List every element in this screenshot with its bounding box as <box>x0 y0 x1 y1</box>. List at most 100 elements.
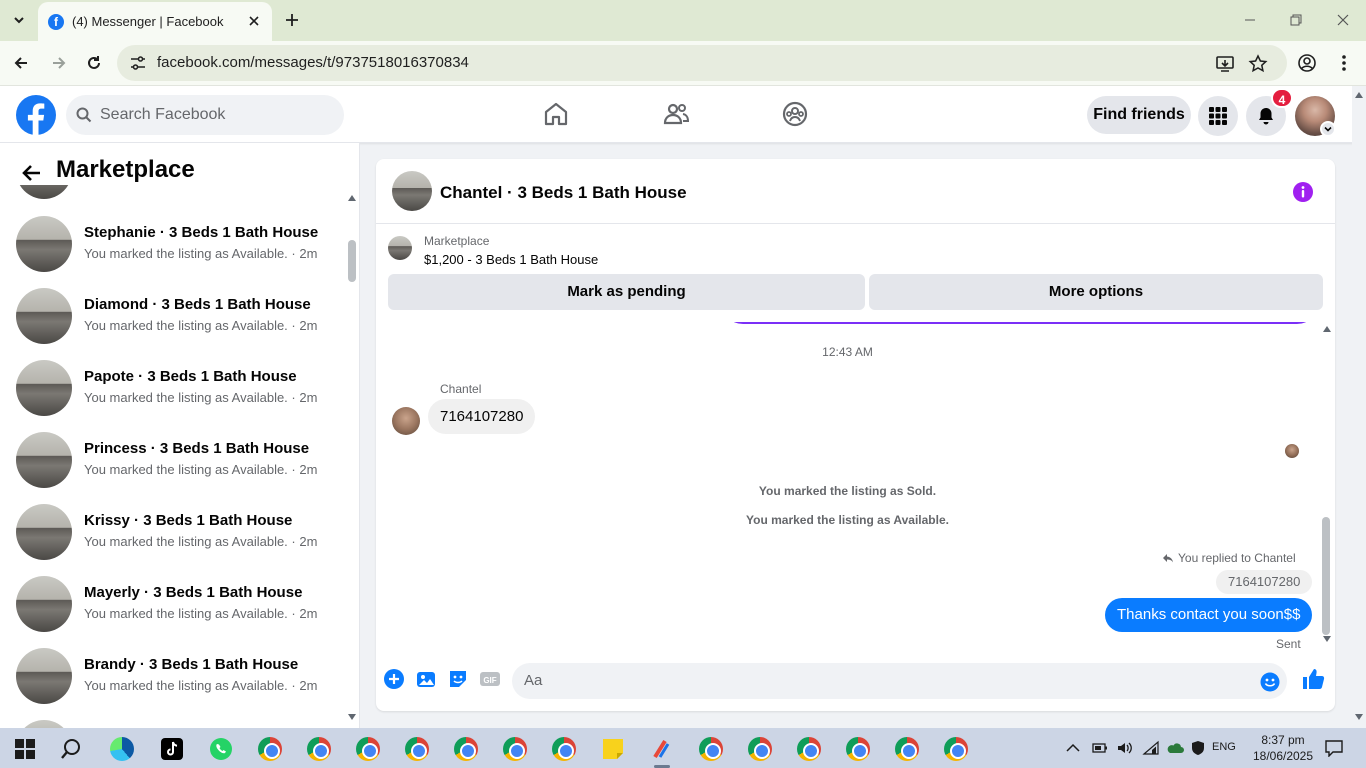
outgoing-message[interactable]: Thanks contact you soon$$ <box>1105 598 1313 632</box>
facebook-search-input[interactable]: Search Facebook <box>66 95 344 135</box>
search-taskbar-button[interactable] <box>58 736 84 762</box>
new-tab-icon[interactable] <box>282 10 302 30</box>
list-item[interactable] <box>0 143 345 200</box>
clock[interactable]: 8:37 pm 18/06/2025 <box>1252 732 1314 764</box>
scroll-down-icon[interactable] <box>1323 636 1331 642</box>
back-button[interactable] <box>10 52 32 74</box>
info-icon[interactable] <box>1292 181 1314 203</box>
incoming-message[interactable]: 7164107280 <box>428 399 536 434</box>
forward-button[interactable] <box>48 52 70 74</box>
chrome-taskbar-icon[interactable] <box>257 736 283 762</box>
tab-search-button[interactable] <box>6 8 32 32</box>
chrome-taskbar-icon[interactable] <box>894 736 920 762</box>
scroll-up-icon[interactable] <box>1355 92 1363 98</box>
app-taskbar-icon[interactable] <box>649 736 675 762</box>
chrome-icon <box>846 737 870 761</box>
sender-avatar[interactable] <box>392 407 420 435</box>
chrome-taskbar-icon[interactable] <box>453 736 479 762</box>
chrome-taskbar-icon[interactable] <box>306 736 332 762</box>
chrome-taskbar-icon[interactable] <box>943 736 969 762</box>
battery-icon[interactable] <box>1092 741 1108 755</box>
close-window-icon[interactable] <box>1335 12 1351 28</box>
wifi-icon[interactable] <box>1142 740 1160 756</box>
find-friends-button[interactable]: Find friends <box>1087 96 1191 134</box>
scroll-up-icon[interactable] <box>348 195 356 201</box>
groups-icon[interactable] <box>781 100 809 128</box>
list-item[interactable]: Papote · 3 Beds 1 Bath House You marked … <box>0 360 345 432</box>
chrome-taskbar-icon[interactable] <box>698 736 724 762</box>
list-item[interactable]: Princess · 3 Beds 1 Bath House You marke… <box>0 432 345 504</box>
site-settings-icon[interactable] <box>129 55 147 71</box>
security-icon[interactable] <box>1190 740 1206 756</box>
chrome-icon <box>895 737 919 761</box>
close-tab-icon[interactable] <box>246 13 262 29</box>
chrome-taskbar-icon[interactable] <box>551 736 577 762</box>
onedrive-icon[interactable] <box>1166 740 1184 756</box>
more-options-button[interactable]: More options <box>869 274 1323 310</box>
listing-thumbnail <box>16 185 72 199</box>
list-item[interactable]: Stephanie · 3 Beds 1 Bath House You mark… <box>0 216 345 288</box>
list-item[interactable]: Krissy · 3 Beds 1 Bath House You marked … <box>0 504 345 576</box>
chrome-taskbar-icon[interactable] <box>404 736 430 762</box>
chrome-taskbar-icon[interactable] <box>796 736 822 762</box>
install-app-icon[interactable] <box>1215 54 1235 74</box>
volume-icon[interactable] <box>1116 740 1134 756</box>
tiktok-taskbar-icon[interactable] <box>159 736 185 762</box>
notification-center-icon[interactable] <box>1324 739 1344 757</box>
conversation-name: Brandy · 3 Beds 1 Bath House <box>84 656 299 673</box>
edge-taskbar-icon[interactable] <box>109 736 135 762</box>
chrome-icon <box>454 737 478 761</box>
thread-scroll-thumb[interactable] <box>1322 517 1330 635</box>
message-composer: GIF Aa <box>376 655 1335 711</box>
sidebar-scroll-thumb[interactable] <box>348 240 356 282</box>
browser-toolbar: facebook.com/messages/t/9737518016370834 <box>0 41 1366 86</box>
chrome-icon <box>797 737 821 761</box>
chrome-taskbar-icon[interactable] <box>502 736 528 762</box>
listing-thumbnail[interactable] <box>388 236 412 260</box>
reload-button[interactable] <box>83 52 105 74</box>
chrome-icon <box>503 737 527 761</box>
mark-as-pending-button[interactable]: Mark as pending <box>388 274 865 310</box>
whatsapp-taskbar-icon[interactable] <box>208 736 234 762</box>
chrome-taskbar-icon[interactable] <box>845 736 871 762</box>
start-button[interactable] <box>12 736 38 762</box>
sticky-notes-taskbar-icon[interactable] <box>600 736 626 762</box>
list-item[interactable]: Mayerly · 3 Beds 1 Bath House You marked… <box>0 576 345 648</box>
chrome-icon <box>699 737 723 761</box>
menu-button[interactable] <box>1198 96 1238 136</box>
plus-circle-icon[interactable] <box>383 668 405 690</box>
list-item[interactable]: Brandy · 3 Beds 1 Bath House You marked … <box>0 648 345 720</box>
address-bar[interactable]: facebook.com/messages/t/9737518016370834 <box>117 45 1287 81</box>
conversation-preview: You marked the listing as Available. · 2… <box>84 246 318 261</box>
chrome-taskbar-icon[interactable] <box>355 736 381 762</box>
minimize-icon[interactable] <box>1242 12 1258 28</box>
listing-info[interactable]: $1,200 - 3 Beds 1 Bath House <box>424 252 598 267</box>
thumbs-up-icon[interactable] <box>1301 667 1325 691</box>
chevron-up-icon[interactable] <box>1066 743 1080 753</box>
account-menu-button[interactable] <box>1320 121 1336 137</box>
sticker-icon[interactable] <box>447 668 469 690</box>
message-input[interactable]: Aa <box>512 663 1287 699</box>
scroll-down-icon[interactable] <box>1355 714 1363 720</box>
home-icon[interactable] <box>542 100 570 128</box>
browser-tab[interactable]: f (4) Messenger | Facebook <box>38 2 272 41</box>
photo-icon[interactable] <box>415 668 437 690</box>
replied-message-quote[interactable]: 7164107280 <box>1216 570 1313 594</box>
bookmark-star-icon[interactable] <box>1248 54 1268 74</box>
scroll-down-icon[interactable] <box>348 714 356 720</box>
chat-title[interactable]: Chantel · 3 Beds 1 Bath House <box>440 183 687 203</box>
input-language[interactable]: ENG <box>1212 741 1236 753</box>
list-item[interactable]: Diamond · 3 Beds 1 Bath House You marked… <box>0 288 345 360</box>
page-scrollbar[interactable] <box>1352 86 1366 728</box>
browser-menu-button[interactable] <box>1333 52 1355 74</box>
chrome-taskbar-icon[interactable] <box>747 736 773 762</box>
friends-icon[interactable] <box>662 100 690 128</box>
profile-button[interactable] <box>1296 52 1318 74</box>
scroll-up-icon[interactable] <box>1323 326 1331 332</box>
emoji-icon[interactable] <box>1260 672 1280 692</box>
facebook-logo-icon[interactable] <box>16 95 56 135</box>
restore-icon[interactable] <box>1288 12 1304 28</box>
conversation-name: Mayerly · 3 Beds 1 Bath House <box>84 584 303 601</box>
chat-avatar[interactable] <box>392 171 432 211</box>
gif-icon[interactable]: GIF <box>479 668 501 690</box>
